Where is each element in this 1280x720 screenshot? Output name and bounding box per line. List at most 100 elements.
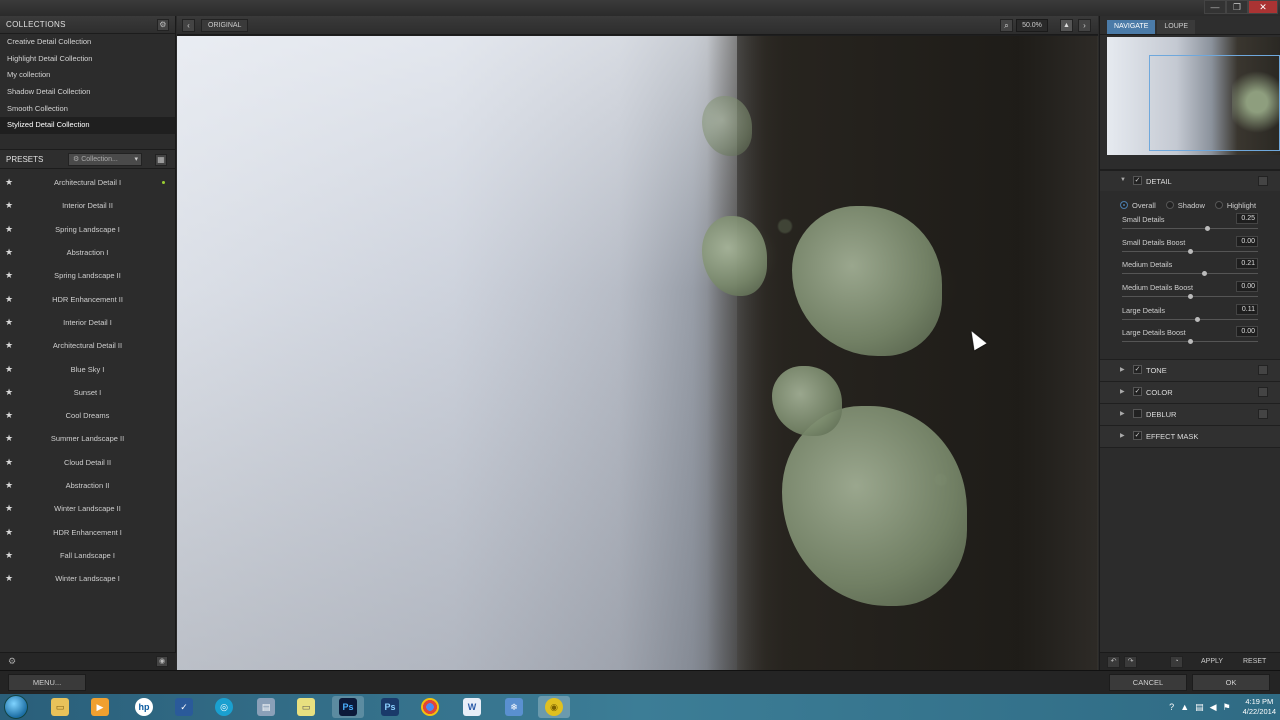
start-button[interactable]: [4, 695, 28, 719]
collection-dropdown[interactable]: ⚙ Collection... ▾: [68, 153, 142, 167]
camera-icon[interactable]: ◉: [156, 656, 168, 667]
globe-app-icon[interactable]: ◎: [208, 696, 240, 718]
favorite-star-icon[interactable]: ★: [5, 334, 13, 357]
snowflake-app-icon[interactable]: ❄: [498, 696, 530, 718]
original-button[interactable]: ORIGINAL: [201, 19, 249, 32]
favorite-star-icon[interactable]: ★: [5, 171, 13, 194]
favorite-star-icon[interactable]: ★: [5, 218, 13, 241]
navigator-thumbnail[interactable]: [1107, 37, 1280, 155]
radio-highlight[interactable]: Highlight: [1214, 197, 1256, 213]
favorite-star-icon[interactable]: ★: [5, 358, 13, 381]
collection-item[interactable]: Creative Detail Collection: [0, 34, 175, 51]
preset-item[interactable]: ★ HDR Enhancement II: [0, 288, 175, 311]
ok-button[interactable]: OK: [1192, 674, 1270, 691]
slider-track[interactable]: [1122, 273, 1258, 275]
section-header[interactable]: ▶ ✓ TONE: [1100, 360, 1280, 382]
preset-item[interactable]: ★ Winter Landscape I: [0, 567, 175, 590]
section-checkbox[interactable]: ✓: [1133, 431, 1142, 441]
zoom-icon[interactable]: ⌕: [1000, 19, 1013, 32]
media-player-icon[interactable]: ▶: [84, 696, 116, 718]
section-options-icon[interactable]: [1258, 409, 1268, 420]
section-options-icon[interactable]: [1258, 387, 1268, 398]
section-checkbox[interactable]: ✓: [1133, 387, 1142, 397]
image-canvas[interactable]: [177, 36, 1098, 670]
chrome-icon[interactable]: [414, 696, 446, 718]
settings-gear-icon[interactable]: ⚙: [8, 656, 20, 668]
collections-gear-icon[interactable]: ⚙: [157, 19, 169, 31]
favorite-star-icon[interactable]: ★: [5, 521, 13, 544]
preset-item[interactable]: ★ Cloud Detail II: [0, 451, 175, 474]
slider-track[interactable]: [1122, 318, 1258, 320]
slider-value-field[interactable]: 0.00: [1236, 326, 1258, 338]
collapsed-triangle-icon[interactable]: ▶: [1120, 432, 1125, 439]
slider-track[interactable]: [1122, 228, 1258, 229]
show-hidden-icons-icon[interactable]: ▲: [1180, 702, 1189, 712]
collapsed-triangle-icon[interactable]: ▶: [1120, 388, 1125, 395]
slider-knob[interactable]: [1188, 294, 1193, 300]
collapse-right-arrow-icon[interactable]: ›: [1078, 19, 1091, 32]
checkmark-app-icon[interactable]: ✓: [168, 696, 200, 718]
preset-item[interactable]: ★ Sunset I: [0, 381, 175, 404]
volume-icon[interactable]: ◀: [1210, 702, 1217, 713]
slider-knob[interactable]: [1188, 248, 1193, 254]
menu-button[interactable]: MENU...: [8, 674, 86, 691]
preset-item[interactable]: ★ Interior Detail II: [0, 194, 175, 217]
favorite-star-icon[interactable]: ★: [5, 451, 13, 474]
section-checkbox[interactable]: [1133, 409, 1142, 419]
history-icon[interactable]: ◔: [1170, 656, 1183, 668]
detail-options-icon[interactable]: [1258, 176, 1268, 186]
clock[interactable]: 4:19 PM 4/22/2014: [1243, 697, 1276, 717]
collection-item[interactable]: Highlight Detail Collection: [0, 51, 175, 68]
favorite-star-icon[interactable]: ★: [5, 427, 13, 450]
slider-value-field[interactable]: 0.25: [1236, 213, 1258, 224]
preset-item[interactable]: ★ Spring Landscape II: [0, 264, 175, 287]
tab-loupe[interactable]: LOUPE: [1157, 20, 1196, 34]
favorite-star-icon[interactable]: ★: [5, 241, 13, 264]
collapsed-triangle-icon[interactable]: ▶: [1120, 366, 1125, 373]
minimize-button[interactable]: —: [1204, 0, 1226, 14]
collapsed-triangle-icon[interactable]: ▶: [1120, 410, 1125, 417]
preset-item[interactable]: ★ Architectural Detail II: [0, 334, 175, 357]
slider-value-field[interactable]: 0.00: [1236, 281, 1258, 293]
sticky-notes-icon[interactable]: ▭: [290, 696, 322, 718]
cancel-button[interactable]: CANCEL: [1109, 674, 1187, 691]
favorite-star-icon[interactable]: ★: [5, 288, 13, 311]
navigator-viewport-frame[interactable]: [1149, 55, 1280, 151]
document-app-icon[interactable]: ▤: [250, 696, 282, 718]
slider-value-field[interactable]: 0.21: [1236, 258, 1258, 270]
section-header[interactable]: ▶ ✓ EFFECT MASK: [1100, 426, 1280, 448]
slider-knob[interactable]: [1202, 271, 1208, 277]
action-center-icon[interactable]: ⚑: [1223, 702, 1231, 713]
section-options-icon[interactable]: [1258, 365, 1268, 376]
favorite-star-icon[interactable]: ★: [5, 264, 13, 287]
grid-view-icon[interactable]: ▦: [155, 154, 167, 167]
preset-item[interactable]: ★ Blue Sky I: [0, 358, 175, 381]
detail-section-header[interactable]: ▼ ✓ DETAIL: [1100, 171, 1280, 191]
reset-button[interactable]: RESET: [1243, 656, 1266, 668]
section-header[interactable]: ▶ DEBLUR: [1100, 404, 1280, 426]
favorite-star-icon[interactable]: ★: [5, 474, 13, 497]
topaz-app-icon[interactable]: ◉: [538, 696, 570, 718]
slider-value-field[interactable]: 0.11: [1236, 303, 1258, 315]
word-icon[interactable]: W: [456, 696, 488, 718]
favorite-star-icon[interactable]: ★: [5, 381, 13, 404]
help-icon[interactable]: ?: [1169, 702, 1174, 712]
slider-knob[interactable]: [1195, 316, 1201, 322]
detail-checkbox[interactable]: ✓: [1133, 176, 1142, 185]
pin-icon[interactable]: ▲: [1060, 19, 1073, 32]
preset-item[interactable]: ★ Cool Dreams: [0, 404, 175, 427]
favorite-star-icon[interactable]: ★: [5, 404, 13, 427]
redo-icon[interactable]: ↷: [1124, 656, 1137, 668]
preset-item[interactable]: ★ Architectural Detail I: [0, 171, 175, 194]
radio-shadow[interactable]: Shadow: [1165, 197, 1205, 213]
undo-icon[interactable]: ↶: [1107, 656, 1120, 668]
maximize-button[interactable]: ❐: [1226, 0, 1248, 14]
favorite-star-icon[interactable]: ★: [5, 311, 13, 334]
close-button[interactable]: ✕: [1248, 0, 1278, 14]
file-explorer-icon[interactable]: ▭: [44, 696, 76, 718]
photoshop-alt-icon[interactable]: Ps: [374, 696, 406, 718]
tab-navigate[interactable]: NAVIGATE: [1107, 20, 1156, 34]
preset-item[interactable]: ★ Spring Landscape I: [0, 218, 175, 241]
favorite-star-icon[interactable]: ★: [5, 567, 13, 590]
photoshop-icon[interactable]: Ps: [332, 696, 364, 718]
